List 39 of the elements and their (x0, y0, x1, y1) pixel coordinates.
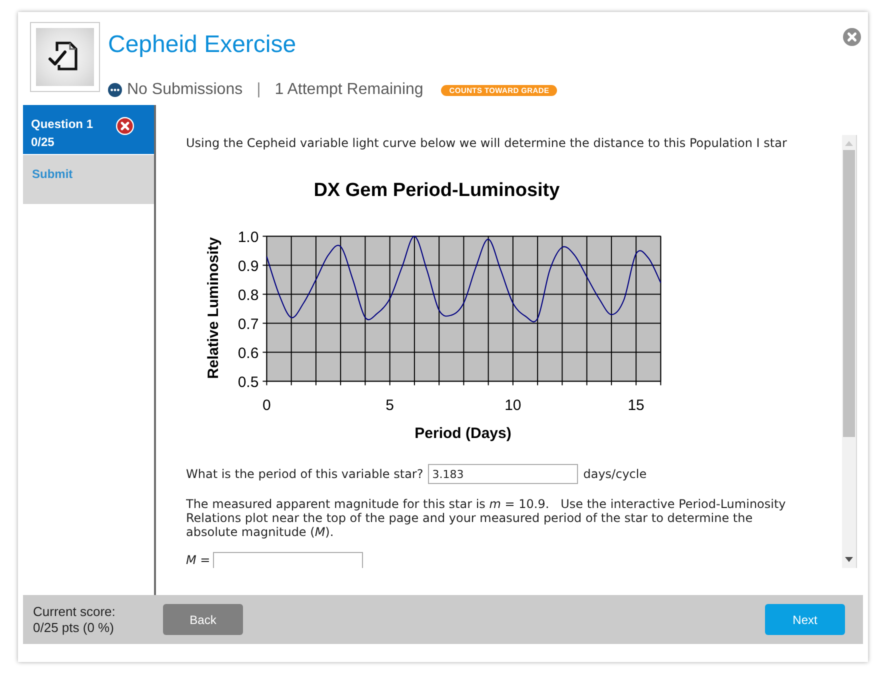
scrollbar-track[interactable] (842, 135, 857, 568)
y-tick-label: 0.8 (238, 286, 259, 304)
magnitude-input[interactable] (213, 552, 364, 568)
x-tick-label: 0 (262, 397, 271, 414)
y-tick-label: 0.6 (238, 344, 259, 362)
y-tick-label: 0.5 (238, 374, 259, 391)
x-tick-label: 5 (386, 397, 394, 414)
attempts-remaining: 1 Attempt Remaining (274, 81, 424, 99)
instruction-text: Using the Cepheid variable light curve below we will determine the distance to this Population I star (186, 136, 788, 150)
magnitude-label: M = (186, 553, 210, 568)
scroll-up-icon[interactable] (845, 141, 853, 146)
separator-text: | (256, 81, 261, 99)
chart-title: DX Gem Period-Luminosity (314, 180, 560, 201)
period-input[interactable]: 3.183 (428, 464, 578, 484)
question-label: Question 1 (31, 116, 94, 133)
score-value: 0/25 pts (0 %) (33, 620, 115, 636)
y-tick-label: 1.0 (238, 228, 259, 246)
x-tick-label: 10 (504, 397, 522, 414)
y-tick-label: 0.9 (238, 258, 259, 275)
period-question: What is the period of this variable star? (186, 467, 424, 481)
x-tick-label: 15 (628, 397, 644, 414)
document-check-icon (30, 22, 100, 92)
unit-label: days/cycle (583, 467, 647, 481)
next-button[interactable]: Next (765, 604, 845, 635)
submission-status: No Submissions (127, 81, 243, 99)
y-axis-label: Relative Luminosity (205, 237, 222, 379)
scroll-down-icon[interactable] (845, 557, 853, 562)
score-label: Current score: (33, 604, 116, 620)
back-button[interactable]: Back (163, 604, 243, 635)
scrollbar-thumb[interactable] (843, 150, 855, 437)
question-score: 0/25 (31, 134, 56, 151)
close-icon (843, 28, 861, 46)
question-tab[interactable]: Question 1 0/25 (23, 105, 154, 155)
y-tick-label: 0.7 (238, 316, 259, 333)
magnitude-instructions: The measured apparent magnitude for this star is m = 10.9. Use the interactive Period-Luminosity Relations plot near the top of the page and your measured period of the star to determine the absolute magnitude (M). (186, 497, 787, 539)
x-axis-label: Period (Days) (414, 425, 512, 442)
close-button[interactable] (843, 28, 861, 46)
exercise-title: Cepheid Exercise (108, 31, 296, 59)
ellipsis-icon (108, 83, 122, 97)
